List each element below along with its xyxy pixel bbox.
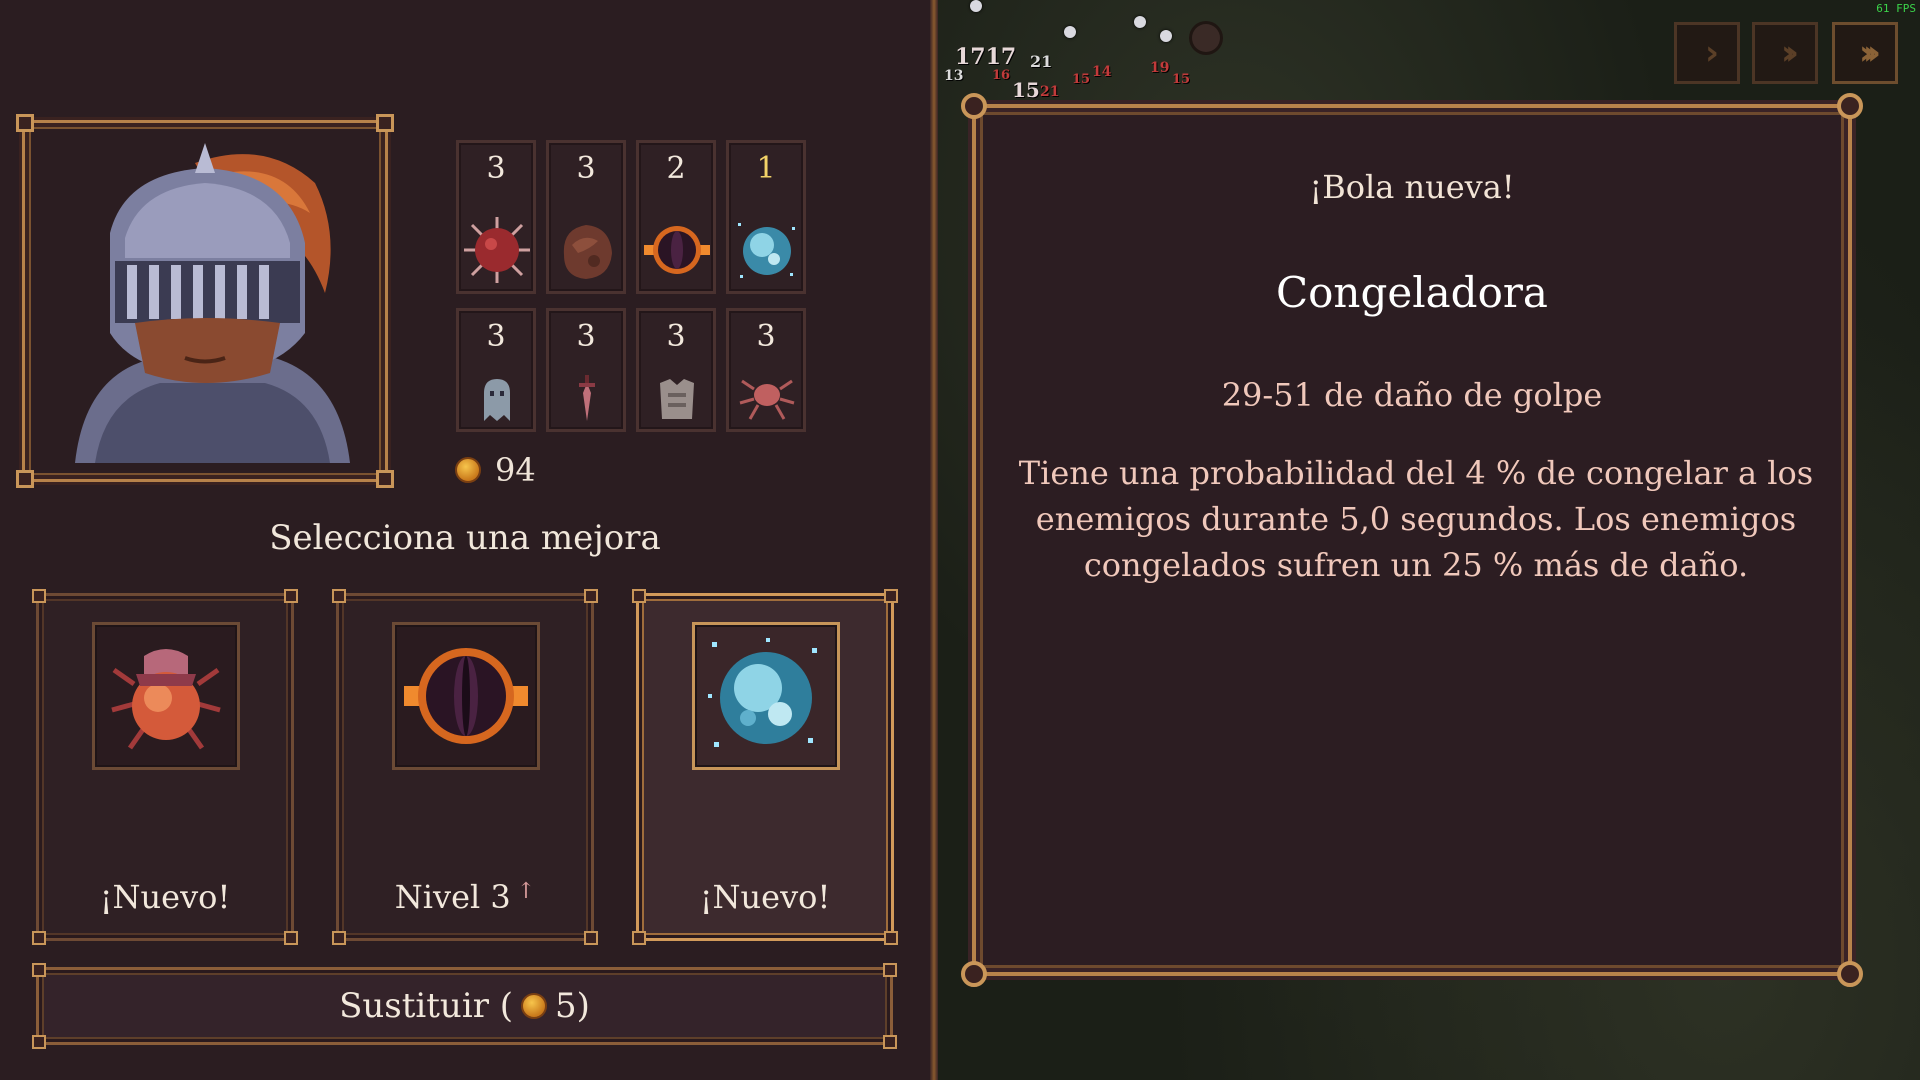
spider-enemy-icon xyxy=(1192,24,1220,52)
inventory-slot-passive[interactable]: 3 xyxy=(636,308,716,432)
inventory-slot-ball[interactable]: 2 xyxy=(636,140,716,294)
damage-number: 13 xyxy=(944,68,964,84)
upgrade-card-beetle[interactable]: ¡Nuevo! xyxy=(32,589,298,945)
detail-title: Congeladora xyxy=(1276,268,1548,317)
coin-amount: 94 xyxy=(495,451,536,489)
slot-count: 1 xyxy=(756,151,776,186)
slot-count: 3 xyxy=(666,319,686,354)
inventory-slot-passive[interactable]: 3 xyxy=(726,308,806,432)
character-portrait xyxy=(16,114,394,488)
fps-counter: 61 FPS xyxy=(1876,2,1916,15)
frost-ball-icon xyxy=(708,638,817,747)
dagger-icon xyxy=(579,375,595,421)
inventory-slot-ball[interactable]: 1 xyxy=(726,140,806,294)
damage-number: 19 xyxy=(1150,60,1170,76)
card-icon-frame xyxy=(692,622,840,770)
slot-count: 2 xyxy=(666,151,686,186)
inventory-slot-passive[interactable]: 3 xyxy=(546,308,626,432)
dark-portal-ball-icon xyxy=(644,226,710,274)
projectile-dot xyxy=(1134,16,1146,28)
slot-count: 3 xyxy=(576,319,596,354)
damage-number: 15 xyxy=(1072,72,1091,87)
card-icon-frame xyxy=(392,622,540,770)
damage-number: 21 xyxy=(1040,84,1060,100)
damage-number: 21 xyxy=(1030,52,1053,71)
inventory-slot-ball[interactable]: 3 xyxy=(546,140,626,294)
damage-number: 14 xyxy=(1092,64,1112,80)
upgrade-detail-panel: ¡Bola nueva! Congeladora 29-51 de daño d… xyxy=(961,93,1863,987)
armor-icon xyxy=(660,379,694,419)
slot-count: 3 xyxy=(576,151,596,186)
slot-count: 3 xyxy=(756,319,776,354)
inventory-slot-ball[interactable]: 3 xyxy=(456,140,536,294)
ghost-icon xyxy=(484,379,510,421)
speed-2x-button[interactable]: ›› xyxy=(1752,22,1818,84)
card-label: ¡Nuevo! xyxy=(699,878,831,916)
detail-description: Tiene una probabilidad del 4 % de congel… xyxy=(1018,454,1814,584)
knight-icon xyxy=(75,143,350,463)
upgrade-card-frost[interactable]: ¡Nuevo! xyxy=(632,589,898,945)
spiked-ball-icon xyxy=(464,217,530,283)
damage-number: 16 xyxy=(992,68,1011,83)
projectile-dot xyxy=(1160,30,1172,42)
detail-damage-stat: 29-51 de daño de golpe xyxy=(1221,376,1603,414)
damage-number: 15 xyxy=(1012,78,1040,102)
slot-count: 3 xyxy=(486,151,506,186)
panel-divider xyxy=(930,0,938,1080)
detail-subtitle: ¡Bola nueva! xyxy=(1309,168,1515,206)
rock-ball-icon xyxy=(563,225,612,279)
card-icon-frame xyxy=(92,622,240,770)
projectile-dot xyxy=(970,0,982,12)
spider-icon xyxy=(739,379,795,420)
level-up-arrow-icon: ↑ xyxy=(516,879,536,904)
dark-portal-ball-icon xyxy=(404,648,528,744)
speed-1x-button[interactable]: › xyxy=(1674,22,1740,84)
inventory-slot-passive[interactable]: 3 xyxy=(456,308,536,432)
damage-number: 1717 xyxy=(955,44,1017,70)
upgrade-card-dark-portal[interactable]: Nivel 3 ↑ xyxy=(332,589,598,945)
damage-number: 15 xyxy=(1172,72,1191,87)
reroll-cost: 5 xyxy=(555,986,577,1026)
card-label-text: Nivel 3 xyxy=(394,878,511,916)
frost-ball-icon xyxy=(738,223,795,278)
reroll-label-end: ) xyxy=(576,986,590,1026)
upgrade-select-title: Selecciona una mejora xyxy=(269,518,661,558)
coin-icon xyxy=(521,993,548,1019)
reroll-label: Sustituir ( xyxy=(339,986,514,1026)
beetle-icon xyxy=(111,649,221,750)
coin-icon xyxy=(455,457,481,483)
reroll-button[interactable]: Sustituir ( 5 ) xyxy=(32,963,897,1049)
card-label: Nivel 3 ↑ xyxy=(339,878,591,916)
coin-counter: 94 xyxy=(455,450,536,490)
card-label: ¡Nuevo! xyxy=(99,878,231,916)
slot-count: 3 xyxy=(486,319,506,354)
speed-3x-button[interactable]: ››› xyxy=(1832,22,1898,84)
projectile-dot xyxy=(1064,26,1076,38)
